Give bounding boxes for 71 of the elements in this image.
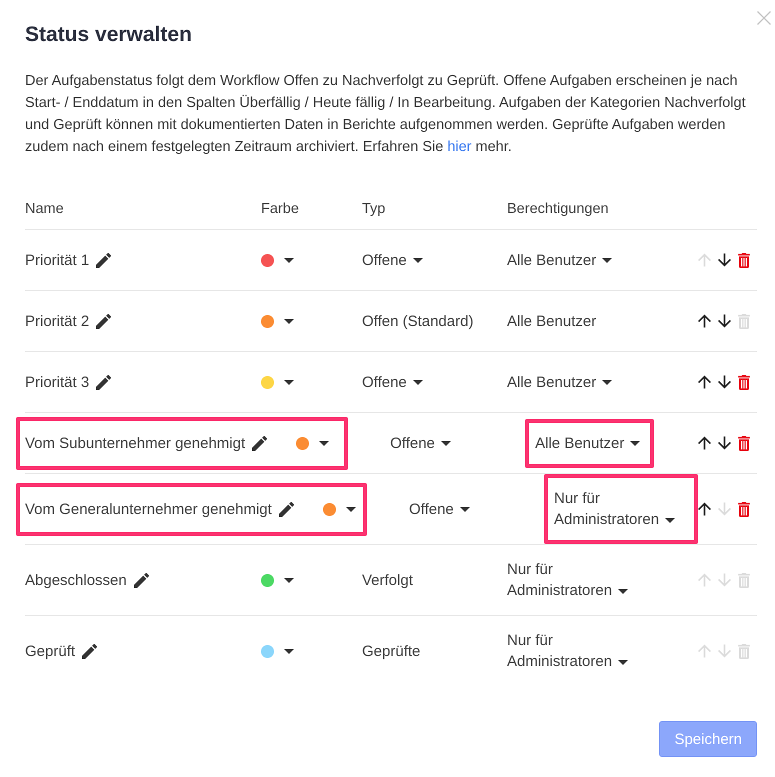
permission-dropdown[interactable]: Nur für Administratoren	[507, 559, 637, 601]
pencil-icon[interactable]	[96, 374, 112, 390]
pencil-icon[interactable]	[278, 502, 294, 516]
caret-icon	[602, 258, 612, 264]
pencil-icon[interactable]	[96, 252, 112, 268]
caret-icon	[602, 380, 612, 386]
arrow-down-icon[interactable]	[718, 375, 731, 389]
caret-icon	[346, 506, 356, 512]
dialog-title: Status verwalten	[25, 22, 193, 48]
trash-icon[interactable]	[738, 502, 750, 516]
type-label: Offen (Standard)	[362, 312, 474, 330]
caret-icon	[412, 258, 423, 264]
status-name: Priorität 2	[25, 312, 90, 332]
caret-icon	[460, 507, 470, 512]
pencil-icon[interactable]	[82, 644, 98, 658]
arrow-up-icon[interactable]	[698, 436, 711, 450]
type-dropdown[interactable]: Offene	[362, 250, 423, 270]
permission-dropdown[interactable]: Alle Benutzer	[507, 372, 612, 392]
pencil-icon[interactable]	[134, 572, 149, 588]
caret-icon	[284, 578, 294, 582]
caret-icon	[284, 318, 294, 324]
status-name: Geprüft	[25, 642, 76, 662]
color-picker[interactable]	[261, 574, 294, 586]
type-label: Verfolgt	[362, 572, 413, 588]
permission-dropdown[interactable]: Nur für Administratoren	[507, 630, 637, 672]
permission-label: Alle Benutzer	[507, 312, 596, 330]
status-name: Abgeschlossen	[25, 570, 127, 590]
status-name: Priorität 3	[25, 372, 90, 392]
column-header: Berechtigungen	[507, 201, 609, 217]
color-picker[interactable]	[261, 314, 294, 328]
type-dropdown[interactable]: Offene	[362, 372, 423, 392]
caret-icon	[440, 441, 451, 446]
column-header: Name	[25, 200, 64, 219]
caret-icon	[665, 518, 676, 523]
arrow-up-icon[interactable]	[698, 314, 711, 328]
trash-icon[interactable]	[738, 436, 750, 450]
help-link[interactable]: hier	[447, 139, 472, 155]
arrow-down-icon[interactable]	[718, 314, 731, 328]
status-name: Priorität 1	[25, 250, 90, 270]
status-name: Vom Generalunternehmer genehmigt	[25, 500, 272, 520]
caret-icon	[284, 648, 294, 654]
type-dropdown[interactable]: Offene	[390, 432, 451, 454]
column-header: Typ	[362, 201, 386, 217]
description-text: Der Aufgabenstatus folgt dem Workflow Offen zu Nachverfolgt zu Geprüft. Offene Aufgaben erscheinen je nach Start- / Enddatum in den Spalten Überfällig / Heute fällig / In Bearbeitung. Aufgaben der Kategorien Nachverfolgt und Geprüft können mit dokumentierten Daten in Berichte aufgenommen werden. Geprüfte Aufgaben werden zudem nach einem festgelegten Zeitraum archiviert. Erfahren Sie hier mehr.	[25, 72, 747, 157]
type-label: Geprüfte	[362, 642, 420, 660]
caret-icon	[319, 440, 330, 446]
arrow-down-icon[interactable]	[718, 436, 731, 450]
color-picker[interactable]	[261, 254, 294, 266]
pencil-icon[interactable]	[252, 436, 268, 450]
caret-icon	[284, 380, 294, 384]
status-name: Vom Subunternehmer genehmigt	[25, 434, 246, 454]
arrow-down-icon[interactable]	[718, 253, 731, 267]
permission-dropdown[interactable]: Alle Benutzer	[535, 432, 640, 454]
arrow-up-icon[interactable]	[698, 502, 711, 516]
caret-icon	[284, 258, 294, 262]
pencil-icon[interactable]	[96, 314, 112, 328]
type-dropdown[interactable]: Offene	[409, 498, 470, 520]
trash-icon[interactable]	[738, 252, 750, 268]
color-picker[interactable]	[261, 376, 294, 388]
color-picker[interactable]	[322, 502, 356, 516]
trash-icon[interactable]	[738, 374, 750, 390]
permission-dropdown[interactable]: Alle Benutzer	[507, 250, 612, 270]
caret-icon	[630, 441, 640, 446]
arrow-up-icon[interactable]	[698, 375, 711, 389]
caret-icon	[618, 588, 628, 594]
caret-icon	[618, 660, 628, 665]
column-header: Farbe	[261, 200, 299, 219]
color-picker[interactable]	[261, 644, 294, 658]
caret-icon	[412, 380, 423, 386]
permission-dropdown[interactable]: Nur für Administratoren	[554, 488, 684, 530]
color-picker[interactable]	[296, 436, 330, 450]
